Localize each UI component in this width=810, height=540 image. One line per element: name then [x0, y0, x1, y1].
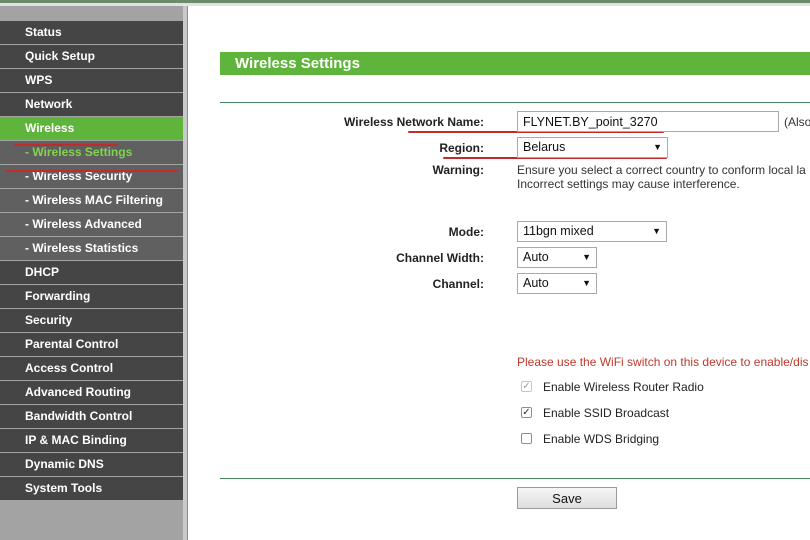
sidebar-item-access-control[interactable]: Access Control	[0, 357, 183, 380]
wifi-switch-notice: Please use the WiFi switch on this devic…	[517, 355, 809, 369]
sidebar-item-system-tools[interactable]: System Tools	[0, 477, 183, 500]
channel-width-select[interactable]: Auto ▼	[517, 247, 597, 268]
sidebar-item-bandwidth-control[interactable]: Bandwidth Control	[0, 405, 183, 428]
sidebar-item-quick-setup[interactable]: Quick Setup	[0, 45, 183, 68]
sidebar-menu: Status Quick Setup WPS Network Wireless …	[0, 21, 183, 501]
mode-select[interactable]: 11bgn mixed ▼	[517, 221, 667, 242]
channel-select[interactable]: Auto ▼	[517, 273, 597, 294]
sidebar-item-wireless-security[interactable]: - Wireless Security	[0, 165, 183, 188]
chevron-down-icon: ▼	[582, 278, 591, 288]
warning-text-line2: Incorrect settings may cause interferenc…	[517, 177, 740, 191]
chevron-down-icon: ▼	[652, 226, 661, 236]
region-label: Region:	[439, 141, 484, 155]
region-select-value: Belarus	[523, 140, 566, 154]
sidebar-item-advanced-routing[interactable]: Advanced Routing	[0, 381, 183, 404]
channel-width-select-value: Auto	[523, 250, 549, 264]
sidebar-item-wireless-advanced[interactable]: - Wireless Advanced	[0, 213, 183, 236]
wireless-radio-checkbox[interactable]: ✓	[521, 381, 532, 392]
ssid-broadcast-label: Enable SSID Broadcast	[543, 406, 670, 420]
annotation-underline-wireless	[14, 144, 118, 146]
sidebar-item-wireless[interactable]: Wireless	[0, 117, 183, 140]
sidebar-item-wps[interactable]: WPS	[0, 69, 183, 92]
warning-text-line1: Ensure you select a correct country to c…	[517, 163, 806, 177]
network-name-suffix: (Also	[784, 115, 810, 129]
channel-label: Channel:	[432, 277, 484, 291]
save-button[interactable]: Save	[517, 487, 617, 509]
wireless-radio-label: Enable Wireless Router Radio	[543, 380, 704, 394]
mode-label: Mode:	[448, 225, 484, 239]
sidebar-item-parental-control[interactable]: Parental Control	[0, 333, 183, 356]
chevron-down-icon: ▼	[582, 252, 591, 262]
header-divider	[220, 102, 810, 103]
sidebar-item-ip-mac-binding[interactable]: IP & MAC Binding	[0, 429, 183, 452]
chevron-down-icon: ▼	[653, 142, 662, 152]
sidebar-item-wireless-mac-filtering[interactable]: - Wireless MAC Filtering	[0, 189, 183, 212]
channel-width-label: Channel Width:	[396, 251, 484, 265]
sidebar-divider-edge	[187, 6, 188, 540]
channel-select-value: Auto	[523, 276, 549, 290]
footer-divider	[220, 478, 810, 479]
sidebar-item-forwarding[interactable]: Forwarding	[0, 285, 183, 308]
region-select[interactable]: Belarus ▼	[517, 137, 668, 158]
page-title: Wireless Settings	[220, 52, 810, 75]
wds-bridging-checkbox[interactable]	[521, 433, 532, 444]
sidebar-item-security[interactable]: Security	[0, 309, 183, 332]
annotation-underline-wireless-settings	[6, 170, 178, 172]
warning-label: Warning:	[432, 163, 484, 177]
sidebar-item-dynamic-dns[interactable]: Dynamic DNS	[0, 453, 183, 476]
sidebar-item-network[interactable]: Network	[0, 93, 183, 116]
sidebar-item-status[interactable]: Status	[0, 21, 183, 44]
sidebar-item-dhcp[interactable]: DHCP	[0, 261, 183, 284]
sidebar-item-wireless-statistics[interactable]: - Wireless Statistics	[0, 237, 183, 260]
ssid-broadcast-checkbox[interactable]: ✓	[521, 407, 532, 418]
network-name-input[interactable]	[517, 111, 779, 132]
network-name-label: Wireless Network Name:	[344, 115, 484, 129]
wds-bridging-label: Enable WDS Bridging	[543, 432, 660, 446]
mode-select-value: 11bgn mixed	[523, 224, 594, 238]
